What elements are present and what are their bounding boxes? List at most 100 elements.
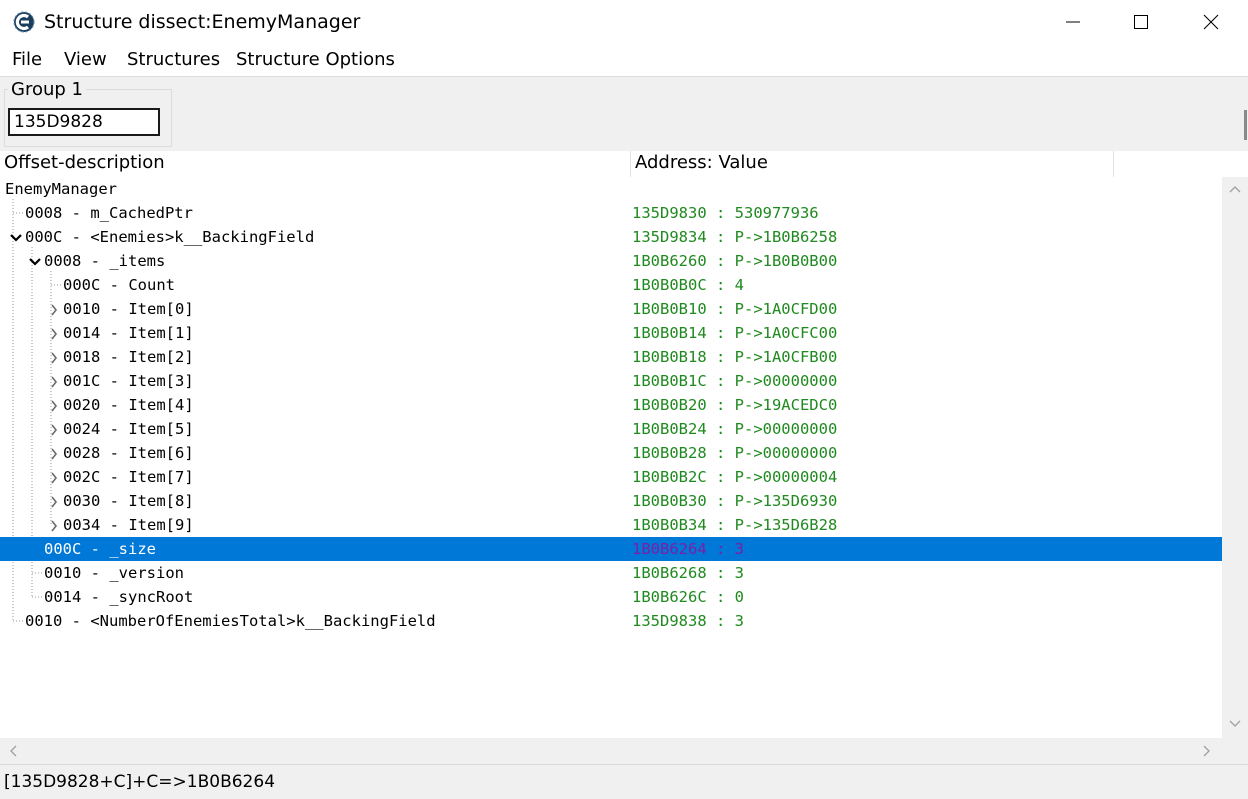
minimize-button[interactable] bbox=[1038, 0, 1108, 44]
cheat-engine-icon bbox=[13, 11, 35, 33]
field-address-value: 1B0B626C : 0 bbox=[632, 588, 744, 606]
field-address-value: 135D9830 : 530977936 bbox=[632, 204, 819, 222]
field-address-value: 1B0B0B34 : P->135D6B28 bbox=[632, 516, 838, 534]
close-button[interactable] bbox=[1176, 0, 1246, 44]
chevron-right-icon[interactable] bbox=[47, 441, 61, 465]
tree-row[interactable]: 0010 - Item[0] 1B0B0B10 : P->1A0CFD00 bbox=[0, 297, 1222, 321]
horizontal-scrollbar[interactable] bbox=[0, 738, 1222, 764]
field-description: 0028 - Item[6] bbox=[63, 444, 194, 462]
status-address-path: [135D9828+C]+C=>1B0B6264 bbox=[4, 772, 276, 792]
chevron-down-icon[interactable] bbox=[9, 225, 23, 249]
chevron-right-icon[interactable] bbox=[47, 345, 61, 369]
scrollbar-corner bbox=[1222, 738, 1248, 764]
field-description: 0034 - Item[9] bbox=[63, 516, 194, 534]
field-description: 0014 - _syncRoot bbox=[44, 588, 194, 606]
menu-bar: File View Structures Structure Options bbox=[0, 44, 1248, 76]
menu-file[interactable]: File bbox=[12, 48, 42, 72]
tree-row[interactable]: 000C - Count 1B0B0B0C : 4 bbox=[0, 273, 1222, 297]
field-description: 0008 - _items bbox=[44, 252, 166, 270]
field-address-value: 1B0B0B30 : P->135D6930 bbox=[632, 492, 838, 510]
menu-view[interactable]: View bbox=[64, 48, 107, 72]
tree-row[interactable]: 000C - <Enemies>k__BackingField 135D9834 … bbox=[0, 225, 1222, 249]
structure-tree[interactable]: EnemyManager 0008 - m_CachedPtr 135D9830 :… bbox=[0, 177, 1222, 738]
tree-row[interactable]: 0034 - Item[9] 1B0B0B34 : P->135D6B28 bbox=[0, 513, 1222, 537]
tree-row[interactable]: 001C - Item[3] 1B0B0B1C : P->00000000 bbox=[0, 369, 1222, 393]
field-description: 0008 - m_CachedPtr bbox=[25, 204, 193, 222]
field-description: 0018 - Item[2] bbox=[63, 348, 194, 366]
chevron-right-icon[interactable] bbox=[47, 417, 61, 441]
address-input[interactable] bbox=[8, 108, 160, 136]
field-description: 0010 - _version bbox=[44, 564, 184, 582]
tree-row[interactable]: 0014 - Item[1] 1B0B0B14 : P->1A0CFC00 bbox=[0, 321, 1222, 345]
field-description: 0020 - Item[4] bbox=[63, 396, 194, 414]
field-description: 000C - <Enemies>k__BackingField bbox=[25, 228, 315, 246]
field-address-value: 1B0B0B20 : P->19ACEDC0 bbox=[632, 396, 838, 414]
field-address-value: 1B0B0B14 : P->1A0CFC00 bbox=[632, 324, 838, 342]
tree-row[interactable]: 0008 - _items 1B0B6260 : P->1B0B0B00 bbox=[0, 249, 1222, 273]
scroll-down-icon[interactable] bbox=[1229, 720, 1241, 728]
title-bar: Structure dissect:EnemyManager bbox=[0, 0, 1248, 44]
scroll-right-icon[interactable] bbox=[1203, 745, 1211, 757]
field-address-value: 1B0B6260 : P->1B0B0B00 bbox=[632, 252, 838, 270]
tree-row[interactable]: 0028 - Item[6] 1B0B0B28 : P->00000000 bbox=[0, 441, 1222, 465]
tree-row[interactable]: 0020 - Item[4] 1B0B0B20 : P->19ACEDC0 bbox=[0, 393, 1222, 417]
field-address-value: 1B0B0B1C : P->00000000 bbox=[632, 372, 838, 390]
chevron-right-icon[interactable] bbox=[47, 489, 61, 513]
tree-row[interactable]: EnemyManager bbox=[0, 177, 1222, 201]
field-address-value: 135D9834 : P->1B0B6258 bbox=[632, 228, 838, 246]
field-address-value: 1B0B0B18 : P->1A0CFB00 bbox=[632, 348, 838, 366]
field-address-value: 1B0B6264 : 3 bbox=[632, 540, 744, 558]
column-offset-description[interactable]: Offset-description bbox=[0, 151, 630, 177]
maximize-icon bbox=[1134, 15, 1148, 29]
field-description: 0014 - Item[1] bbox=[63, 324, 194, 342]
column-header: Offset-description Address: Value bbox=[0, 151, 1248, 178]
field-address-value: 1B0B0B24 : P->00000000 bbox=[632, 420, 838, 438]
field-description: 0024 - Item[5] bbox=[63, 420, 194, 438]
field-description: 0030 - Item[8] bbox=[63, 492, 194, 510]
field-description: 002C - Item[7] bbox=[63, 468, 194, 486]
field-address-value: 1B0B0B2C : P->00000004 bbox=[632, 468, 838, 486]
menu-structure-options[interactable]: Structure Options bbox=[236, 48, 395, 72]
scroll-up-icon[interactable] bbox=[1229, 185, 1241, 193]
tree-row[interactable]: 0014 - _syncRoot 1B0B626C : 0 bbox=[0, 585, 1222, 609]
chevron-right-icon[interactable] bbox=[47, 369, 61, 393]
chevron-right-icon[interactable] bbox=[47, 513, 61, 537]
tree-row[interactable]: 0010 - _version 1B0B6268 : 3 bbox=[0, 561, 1222, 585]
scroll-left-icon[interactable] bbox=[9, 745, 17, 757]
vertical-scrollbar[interactable] bbox=[1222, 177, 1248, 738]
tree-row[interactable]: 0030 - Item[8] 1B0B0B30 : P->135D6930 bbox=[0, 489, 1222, 513]
field-address-value: 1B0B0B28 : P->00000000 bbox=[632, 444, 838, 462]
chevron-right-icon[interactable] bbox=[47, 297, 61, 321]
chevron-right-icon[interactable] bbox=[47, 465, 61, 489]
field-address-value: 1B0B6268 : 3 bbox=[632, 564, 744, 582]
tree-row[interactable]: 002C - Item[7] 1B0B0B2C : P->00000004 bbox=[0, 465, 1222, 489]
tree-row[interactable]: 0010 - <NumberOfEnemiesTotal>k__BackingF… bbox=[0, 609, 1222, 633]
tree-row[interactable]: 000C - _size 1B0B6264 : 3 bbox=[0, 537, 1222, 561]
close-icon bbox=[1203, 14, 1219, 30]
field-address-value: 1B0B0B10 : P->1A0CFD00 bbox=[632, 300, 838, 318]
menu-structures[interactable]: Structures bbox=[127, 48, 220, 72]
field-address-value: 1B0B0B0C : 4 bbox=[632, 276, 744, 294]
window-edge bbox=[1244, 110, 1247, 140]
field-description: 0010 - <NumberOfEnemiesTotal>k__BackingF… bbox=[25, 612, 436, 630]
tree-row[interactable]: 0008 - m_CachedPtr 135D9830 : 530977936 bbox=[0, 201, 1222, 225]
column-divider[interactable] bbox=[1113, 151, 1114, 177]
field-description: 000C - Count bbox=[63, 276, 175, 294]
field-description: 0010 - Item[0] bbox=[63, 300, 194, 318]
window-title: Structure dissect:EnemyManager bbox=[44, 11, 361, 33]
minimize-icon bbox=[1066, 21, 1080, 23]
field-address-value: 135D9838 : 3 bbox=[632, 612, 744, 630]
column-address-value[interactable]: Address: Value bbox=[631, 151, 1113, 177]
group-label: Group 1 bbox=[8, 79, 86, 101]
chevron-down-icon[interactable] bbox=[28, 249, 42, 273]
chevron-right-icon[interactable] bbox=[47, 393, 61, 417]
tree-row[interactable]: 0018 - Item[2] 1B0B0B18 : P->1A0CFB00 bbox=[0, 345, 1222, 369]
field-description: EnemyManager bbox=[5, 180, 117, 198]
chevron-right-icon[interactable] bbox=[47, 321, 61, 345]
field-description: 000C - _size bbox=[44, 540, 156, 558]
group-panel: Group 1 bbox=[0, 76, 1248, 152]
field-description: 001C - Item[3] bbox=[63, 372, 194, 390]
maximize-button[interactable] bbox=[1106, 0, 1176, 44]
status-bar: [135D9828+C]+C=>1B0B6264 bbox=[0, 764, 1248, 799]
tree-row[interactable]: 0024 - Item[5] 1B0B0B24 : P->00000000 bbox=[0, 417, 1222, 441]
